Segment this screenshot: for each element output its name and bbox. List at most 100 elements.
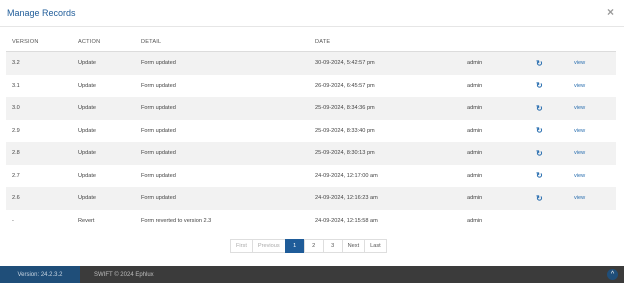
revert-icon[interactable]: ↻ <box>536 126 543 135</box>
cell-version: 3.2 <box>12 60 20 67</box>
table-cell: 3.1 <box>6 75 72 98</box>
table-row: 2.9 Update Form updated 25-09-2024, 8:33:40… <box>6 120 616 143</box>
table-cell: 2.7 <box>6 165 72 188</box>
cell-action: Update <box>78 127 97 134</box>
view-link[interactable]: view <box>574 83 585 89</box>
table-cell: ↻ <box>530 187 568 210</box>
table-cell: Form updated <box>135 142 309 165</box>
cell-action: Update <box>78 60 97 67</box>
cell-date: 24-09-2024, 12:17:00 am <box>315 172 378 179</box>
table-cell: 24-09-2024, 12:15:58 am <box>309 210 461 233</box>
table-cell: Update <box>72 187 135 210</box>
cell-detail: Form updated <box>141 195 176 202</box>
revert-icon[interactable]: ↻ <box>536 104 543 113</box>
cell-user: admin <box>467 105 483 112</box>
column-header-view <box>568 33 616 52</box>
cell-date: 25-09-2024, 8:33:40 pm <box>315 127 375 134</box>
table-cell: admin <box>461 120 530 143</box>
table-row: 3.1 Update Form updated 26-09-2024, 6:45:57… <box>6 75 616 98</box>
cell-user: admin <box>467 150 483 157</box>
table-cell <box>530 210 568 233</box>
close-icon[interactable]: × <box>607 5 614 19</box>
table-header-row: VERSION ACTION DETAIL DATE <box>6 33 616 52</box>
pagination-page-3[interactable]: 3 <box>322 239 343 253</box>
cell-version: - <box>12 217 14 224</box>
cell-date: 24-09-2024, 12:15:58 am <box>315 217 378 224</box>
pagination-next[interactable]: Next <box>341 239 366 253</box>
revert-icon[interactable]: ↻ <box>536 59 543 68</box>
cell-detail: Form updated <box>141 82 176 89</box>
table-cell: Update <box>72 75 135 98</box>
revert-icon[interactable]: ↻ <box>536 171 543 180</box>
table-cell: view <box>568 51 616 75</box>
table-cell: Form updated <box>135 51 309 75</box>
table-cell: view <box>568 97 616 120</box>
view-link[interactable]: view <box>574 60 585 66</box>
cell-detail: Form updated <box>141 150 176 157</box>
pagination-previous[interactable]: Previous <box>251 239 286 253</box>
revert-icon[interactable]: ↻ <box>536 149 543 158</box>
table-cell: Update <box>72 120 135 143</box>
table-cell: admin <box>461 142 530 165</box>
table-cell: Update <box>72 142 135 165</box>
table-cell: 2.8 <box>6 142 72 165</box>
cell-action: Update <box>78 195 97 202</box>
table-cell: Revert <box>72 210 135 233</box>
table-cell: 24-09-2024, 12:17:00 am <box>309 165 461 188</box>
table-row: 2.8 Update Form updated 25-09-2024, 8:30:13… <box>6 142 616 165</box>
table-row: 2.7 Update Form updated 24-09-2024, 12:17:0… <box>6 165 616 188</box>
view-link[interactable]: view <box>574 128 585 134</box>
revert-icon[interactable]: ↻ <box>536 194 543 203</box>
cell-user: admin <box>467 195 483 202</box>
table-cell: 2.9 <box>6 120 72 143</box>
table-cell: 3.2 <box>6 51 72 75</box>
table-cell: admin <box>461 187 530 210</box>
table-cell: view <box>568 120 616 143</box>
cell-detail: Form reverted to version 2.3 <box>141 217 212 224</box>
view-link[interactable]: view <box>574 173 585 179</box>
pagination-first[interactable]: First <box>230 239 253 253</box>
manage-records-modal: Manage Records × VERSION ACTION DETAIL D… <box>0 0 624 266</box>
cell-version: 3.1 <box>12 82 20 89</box>
pagination-page-2[interactable]: 2 <box>303 239 324 253</box>
table-cell: admin <box>461 75 530 98</box>
column-header-detail: DETAIL <box>135 33 309 52</box>
column-header-revert <box>530 33 568 52</box>
cell-user: admin <box>467 60 483 67</box>
table-cell: Update <box>72 97 135 120</box>
app-footer: Version: 24.2.3.2 SWIFT © 2024 Ephlux ^ <box>0 266 624 283</box>
cell-action: Update <box>78 172 97 179</box>
pagination-page-1[interactable]: 1 <box>284 239 305 253</box>
table-cell: ↻ <box>530 75 568 98</box>
scroll-top-button[interactable]: ^ <box>607 269 618 280</box>
cell-user: admin <box>467 172 483 179</box>
table-cell: Form updated <box>135 165 309 188</box>
cell-detail: Form updated <box>141 60 176 67</box>
view-link[interactable]: view <box>574 195 585 201</box>
table-cell: view <box>568 165 616 188</box>
cell-version: 2.6 <box>12 195 20 202</box>
cell-user: admin <box>467 217 483 224</box>
modal-title: Manage Records <box>7 8 76 18</box>
column-header-date: DATE <box>309 33 461 52</box>
cell-date: 24-09-2024, 12:16:23 am <box>315 195 378 202</box>
table-cell: Form updated <box>135 120 309 143</box>
table-cell: - <box>6 210 72 233</box>
view-link[interactable]: view <box>574 150 585 156</box>
table-cell: ↻ <box>530 120 568 143</box>
view-link[interactable]: view <box>574 105 585 111</box>
table-cell: Form reverted to version 2.3 <box>135 210 309 233</box>
cell-action: Revert <box>78 217 95 224</box>
table-cell: 25-09-2024, 8:34:36 pm <box>309 97 461 120</box>
cell-detail: Form updated <box>141 105 176 112</box>
table-cell: Update <box>72 165 135 188</box>
cell-version: 3.0 <box>12 105 20 112</box>
cell-date: 26-09-2024, 6:45:57 pm <box>315 82 375 89</box>
cell-action: Update <box>78 82 97 89</box>
pagination-last[interactable]: Last <box>364 239 387 253</box>
cell-version: 2.7 <box>12 172 20 179</box>
cell-date: 25-09-2024, 8:34:36 pm <box>315 105 375 112</box>
records-table: VERSION ACTION DETAIL DATE 3.2 Update Form… <box>6 33 616 232</box>
table-cell <box>568 210 616 233</box>
revert-icon[interactable]: ↻ <box>536 81 543 90</box>
